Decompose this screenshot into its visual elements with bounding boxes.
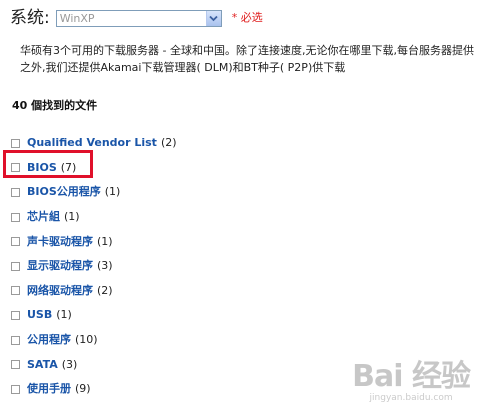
category-count: (10) bbox=[75, 333, 98, 347]
category-link[interactable]: Qualified Vendor List bbox=[27, 135, 157, 151]
category-count: (9) bbox=[75, 382, 91, 396]
category-link[interactable]: 网络驱动程序 bbox=[27, 283, 93, 299]
os-select-value: WinXP bbox=[59, 11, 95, 25]
os-selector-row: 系统: WinXP * 必选 bbox=[10, 7, 263, 29]
category-count: (1) bbox=[104, 185, 121, 199]
category-link[interactable]: BIOS公用程序 bbox=[27, 184, 101, 200]
category-checkbox[interactable] bbox=[11, 360, 20, 370]
category-checkbox[interactable] bbox=[11, 335, 20, 345]
description-line-1: 华硕有3个可用的下载服务器 - 全球和中国。除了连接速度,无论你在哪里下载,每台… bbox=[20, 44, 474, 57]
category-checkbox[interactable] bbox=[11, 187, 20, 197]
chevron-down-icon[interactable] bbox=[205, 10, 221, 26]
category-link[interactable]: USB bbox=[27, 307, 52, 323]
list-item: BIOS公用程序 (1) bbox=[11, 180, 177, 205]
category-link[interactable]: 芯片組 bbox=[27, 209, 60, 225]
category-count: (3) bbox=[97, 259, 113, 273]
description-line-2: 之外,我们还提供Akamai下载管理器( DLM)和BT种子( P2P)供下载 bbox=[20, 61, 346, 74]
list-item: 显示驱动程序 (3) bbox=[11, 254, 177, 279]
list-item: 网络驱动程序 (2) bbox=[11, 279, 177, 304]
baidu-watermark: Bai 经验 jingyan.baidu.com bbox=[352, 359, 471, 404]
category-count: (1) bbox=[56, 308, 72, 322]
category-count: (2) bbox=[97, 283, 113, 297]
category-link[interactable]: 声卡驱动程序 bbox=[27, 234, 93, 250]
watermark-url: jingyan.baidu.com bbox=[369, 393, 453, 403]
category-count: (1) bbox=[64, 210, 80, 224]
category-count: (3) bbox=[61, 357, 78, 371]
required-mark: * 必选 bbox=[231, 11, 263, 24]
category-link[interactable]: 使用手册 bbox=[27, 381, 71, 397]
category-count: (1) bbox=[97, 234, 113, 248]
category-checkbox[interactable] bbox=[11, 212, 20, 222]
list-item: 公用程序 (10) bbox=[11, 328, 177, 353]
category-link[interactable]: 显示驱动程序 bbox=[27, 258, 93, 274]
category-link[interactable]: 公用程序 bbox=[27, 332, 71, 348]
category-link[interactable]: SATA bbox=[27, 357, 58, 373]
os-select[interactable]: WinXP bbox=[55, 9, 222, 27]
category-checkbox[interactable] bbox=[11, 138, 20, 148]
category-checkbox[interactable] bbox=[11, 310, 20, 320]
category-count: (2) bbox=[160, 136, 177, 150]
list-item: 芯片組 (1) bbox=[11, 205, 177, 230]
category-checkbox[interactable] bbox=[11, 384, 20, 394]
baidu-logo: Bai 经验 bbox=[352, 359, 471, 394]
list-item: SATA (3) bbox=[11, 352, 177, 377]
download-description: 华硕有3个可用的下载服务器 - 全球和中国。除了连接速度,无论你在哪里下载,每台… bbox=[20, 42, 498, 76]
category-checkbox[interactable] bbox=[11, 286, 20, 296]
category-checkbox[interactable] bbox=[11, 261, 20, 271]
os-label: 系统: bbox=[10, 8, 50, 28]
list-item: USB (1) bbox=[11, 303, 177, 328]
list-item: 声卡驱动程序 (1) bbox=[11, 229, 177, 254]
files-found-heading: 40 個找到的文件 bbox=[12, 99, 98, 112]
category-checkbox[interactable] bbox=[11, 237, 20, 247]
bios-highlight-box bbox=[3, 150, 93, 178]
list-item: 使用手册 (9) bbox=[11, 377, 177, 402]
